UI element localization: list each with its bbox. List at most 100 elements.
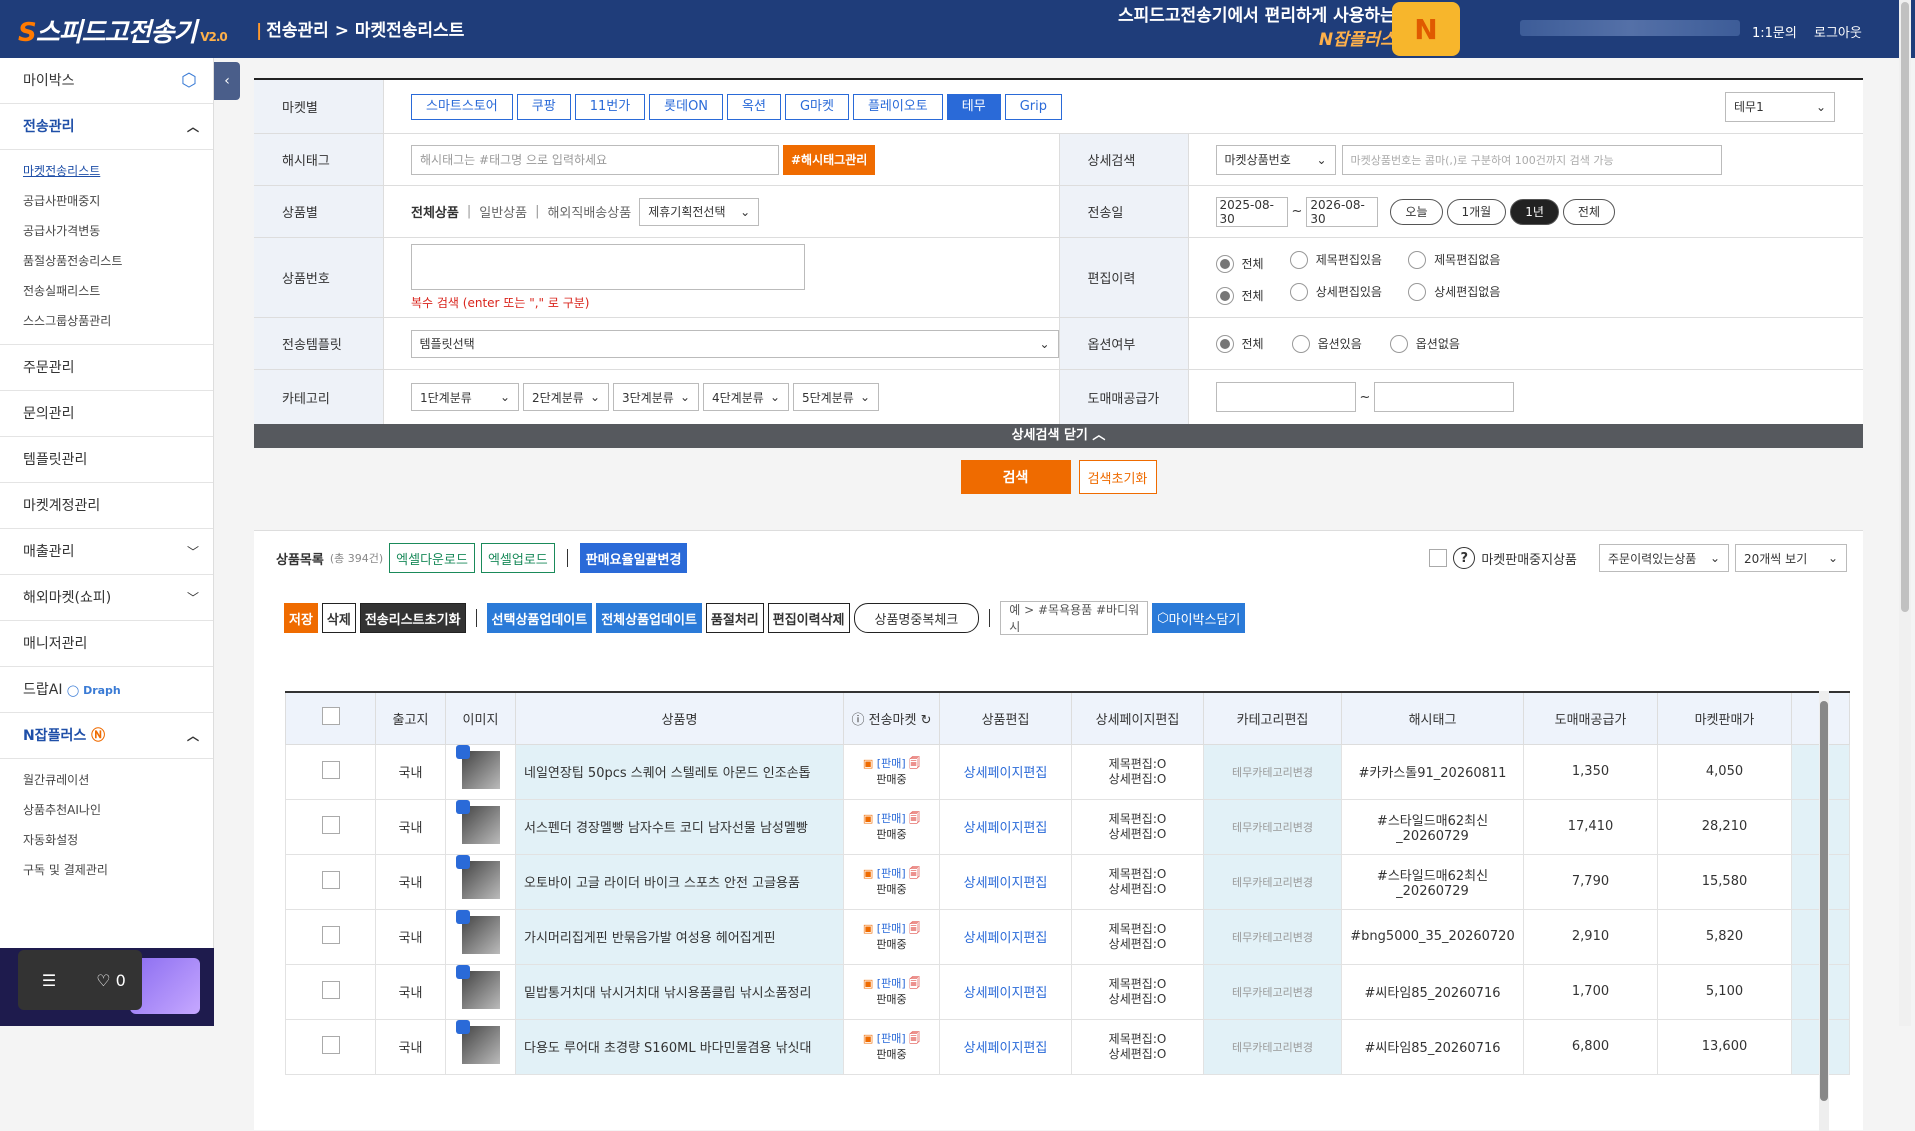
document-icon[interactable]: 🗐 <box>909 1032 920 1045</box>
template-select[interactable]: 템플릿선택 <box>410 329 1059 358</box>
detail-edit-link[interactable]: 상세페이지편집 <box>964 876 1048 891</box>
option-yes-radio[interactable]: 옵션있음 <box>1291 334 1362 353</box>
order-history-select[interactable]: 주문이력있는상품 <box>1599 544 1729 572</box>
market-smartstore[interactable]: 스마트스토어 <box>411 93 513 120</box>
update-selected-button[interactable]: 선택상품업데이트 <box>486 603 593 633</box>
market-status[interactable]: ▣ [판매] 🗐 판매중 <box>844 756 939 788</box>
sidebar-collapse-button[interactable]: ‹ <box>214 62 240 100</box>
submenu-subscription[interactable]: 구독 및 결제관리 <box>23 855 213 885</box>
date-today-button[interactable]: 오늘 <box>1390 198 1443 225</box>
market-status[interactable]: ▣ [판매] 🗐 판매중 <box>844 921 939 953</box>
stopped-products-checkbox[interactable] <box>1429 549 1448 567</box>
category-change-link[interactable]: 테무카테고리변경 <box>1203 908 1342 965</box>
submenu-curation[interactable]: 월간큐레이션 <box>23 765 213 795</box>
wholesale-min-input[interactable] <box>1215 382 1356 412</box>
duplicate-name-check-button[interactable]: 상품명중복체크 <box>853 603 980 633</box>
update-all-button[interactable]: 전체상품업데이트 <box>596 603 702 633</box>
date-1year-button[interactable]: 1년 <box>1510 198 1559 225</box>
inquiry-link[interactable]: 1:1문의 <box>1752 22 1797 41</box>
table-row[interactable]: 국내 서스펜더 경장멜빵 남자수트 코디 남자선물 남성멜빵 ▣ [판매] 🗐 판… <box>285 798 1850 855</box>
sidebar-item-inquiries[interactable]: 문의관리 <box>0 391 213 437</box>
submenu-supplier-stop[interactable]: 공급사판매중지 <box>23 186 213 216</box>
promo-banner[interactable]: 스피드고전송기에서 편리하게 사용하는 N잡플러스 <box>1118 4 1396 52</box>
document-icon[interactable]: 🗐 <box>909 757 920 770</box>
table-row[interactable]: 국내 밑밥통거치대 낚시거치대 낚시용품클립 낚시소품정리 ▣ [판매] 🗐 판매… <box>285 963 1850 1020</box>
row-checkbox[interactable] <box>321 925 340 944</box>
product-thumbnail[interactable] <box>455 1019 500 1064</box>
table-row[interactable]: 국내 네일연장팁 50pcs 스퀘어 스텔레토 아몬드 인조손톱 ▣ [판매] … <box>285 743 1850 800</box>
delete-edit-history-button[interactable]: 편집이력삭제 <box>767 603 850 633</box>
logout-link[interactable]: 로그아웃 <box>1814 22 1862 41</box>
date-from-input[interactable]: 2025-08-30 <box>1215 196 1288 227</box>
row-checkbox[interactable] <box>321 870 340 889</box>
product-thumbnail[interactable] <box>455 964 500 1009</box>
table-row[interactable]: 국내 가시머리집게핀 반묶음가발 여성용 헤어집게핀 ▣ [판매] 🗐 판매중 상… <box>285 908 1850 965</box>
document-icon[interactable]: 🗐 <box>909 867 920 880</box>
sidebar-item-managers[interactable]: 매니저관리 <box>0 621 213 667</box>
submenu-group-products[interactable]: 스스그룹상품관리 <box>23 306 213 336</box>
submenu-automation[interactable]: 자동화설정 <box>23 825 213 855</box>
product-no-textarea[interactable] <box>411 244 805 290</box>
detail-edit-link[interactable]: 상세페이지편집 <box>964 1041 1048 1056</box>
title-edit-no-radio[interactable]: 제목편집없음 <box>1408 250 1500 269</box>
excel-download-button[interactable]: 엑셀다운로드 <box>389 543 475 573</box>
help-icon[interactable]: ⓘ <box>851 713 864 728</box>
reset-search-button[interactable]: 검색초기화 <box>1078 460 1157 494</box>
date-all-button[interactable]: 전체 <box>1562 198 1615 225</box>
market-status[interactable]: ▣ [판매] 🗐 판매중 <box>844 811 939 843</box>
document-icon[interactable]: 🗐 <box>909 977 920 990</box>
document-icon[interactable]: 🗐 <box>909 812 920 825</box>
app-logo[interactable]: S스피드고전송기 V2.0 <box>18 12 228 49</box>
market-grip[interactable]: Grip <box>1004 93 1062 120</box>
excel-upload-button[interactable]: 엑셀업로드 <box>480 543 555 573</box>
detail-edit-link[interactable]: 상세페이지편집 <box>964 986 1048 1001</box>
category-change-link[interactable]: 테무카테고리변경 <box>1203 798 1342 855</box>
row-checkbox[interactable] <box>321 980 340 999</box>
sidebar-item-market-accounts[interactable]: 마켓계정관리 <box>0 483 213 529</box>
submenu-ai-nine[interactable]: 상품추천AI나인 <box>23 795 213 825</box>
select-all-column[interactable] <box>285 691 376 745</box>
detail-search-input[interactable]: 마켓상품번호는 콤마(,)로 구분하여 100건까지 검색 가능 <box>1341 144 1722 175</box>
soldout-button[interactable]: 품절처리 <box>705 603 764 633</box>
product-thumbnail[interactable] <box>455 799 500 844</box>
option-no-radio[interactable]: 옵션없음 <box>1389 334 1460 353</box>
row-product-name[interactable]: 서스펜더 경장멜빵 남자수트 코디 남자선물 남성멜빵 <box>515 798 844 855</box>
market-lotteon[interactable]: 롯데ON <box>649 93 724 120</box>
sidebar-item-sales[interactable]: 매출관리 ﹀ <box>0 529 213 575</box>
sidebar-item-drop-ai[interactable]: 드랍AI ◯ Draph <box>0 667 213 713</box>
row-product-name[interactable]: 다용도 루어대 초경량 S160ML 바다민물겸용 낚싯대 <box>515 1018 844 1075</box>
category-level2-select[interactable]: 2단계분류 <box>523 383 609 411</box>
page-scrollbar[interactable] <box>1899 0 1911 1026</box>
table-row[interactable]: 국내 다용도 루어대 초경량 S160ML 바다민물겸용 낚싯대 ▣ [판매] … <box>285 1018 1850 1075</box>
row-product-name[interactable]: 밑밥통거치대 낚시거치대 낚시용품클립 낚시소품정리 <box>515 963 844 1020</box>
product-thumbnail[interactable] <box>455 909 500 954</box>
market-playauto[interactable]: 플레이오토 <box>852 93 943 120</box>
promo-select[interactable]: 제휴기획전선택 <box>639 197 760 226</box>
row-checkbox[interactable] <box>321 815 340 834</box>
market-coupang[interactable]: 쿠팡 <box>516 93 571 120</box>
table-row[interactable]: 국내 오토바이 고글 라이더 바이크 스포츠 안전 고글용품 ▣ [판매] 🗐 판… <box>285 853 1850 910</box>
reset-list-button[interactable]: 전송리스트초기화 <box>359 603 466 633</box>
detail-edit-link[interactable]: 상세페이지편집 <box>964 766 1048 781</box>
detail-edit-link[interactable]: 상세페이지편집 <box>964 821 1048 836</box>
sidebar-item-njob[interactable]: N잡플러스 Ⓝ ︿ <box>0 713 213 759</box>
category-level1-select[interactable]: 1단계분류 <box>411 383 519 411</box>
category-change-link[interactable]: 테무카테고리변경 <box>1203 1018 1342 1075</box>
sidebar-item-templates[interactable]: 템플릿관리 <box>0 437 213 483</box>
delete-button[interactable]: 삭제 <box>321 603 356 633</box>
category-change-link[interactable]: 테무카테고리변경 <box>1203 963 1342 1020</box>
type-overseas[interactable]: 해외직배송상품 <box>547 202 631 221</box>
add-to-mybox-button[interactable]: ⬡ 마이박스담기 <box>1152 603 1246 633</box>
sidebar-item-transfer[interactable]: 전송관리 ︿ <box>0 104 213 150</box>
row-product-name[interactable]: 네일연장팁 50pcs 스퀘어 스텔레토 아몬드 인조손톱 <box>515 743 844 800</box>
market-temu[interactable]: 테무 <box>946 93 1001 120</box>
submenu-soldout-list[interactable]: 품절상품전송리스트 <box>23 246 213 276</box>
type-normal[interactable]: 일반상품 <box>479 202 527 221</box>
type-all[interactable]: 전체상품 <box>411 202 459 221</box>
title-edit-yes-radio[interactable]: 제목편집있음 <box>1289 250 1382 269</box>
date-to-input[interactable]: 2026-08-30 <box>1306 196 1379 227</box>
submenu-supplier-price[interactable]: 공급사가격변동 <box>23 216 213 246</box>
account-select[interactable]: 테무1 <box>1725 91 1835 122</box>
table-scrollbar[interactable] <box>1819 691 1829 1131</box>
category-change-link[interactable]: 테무카테고리변경 <box>1203 853 1342 910</box>
